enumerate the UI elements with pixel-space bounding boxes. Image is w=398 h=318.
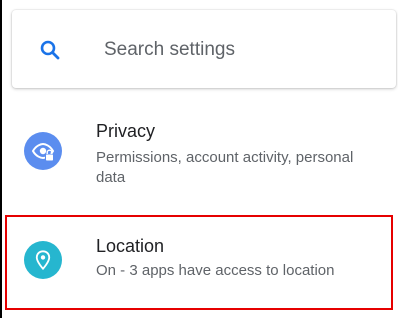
search-icon — [38, 38, 62, 62]
privacy-title: Privacy — [96, 121, 156, 141]
settings-item-privacy[interactable]: Privacy Permissions, account activity, p… — [2, 110, 398, 206]
search-placeholder: Search settings — [104, 39, 235, 60]
search-bar[interactable]: Search settings — [12, 10, 396, 88]
location-title: Location — [96, 236, 165, 256]
settings-item-location[interactable]: Location On - 3 apps have access to loca… — [2, 218, 398, 312]
privacy-summary: Permissions, account activity, personal … — [96, 149, 354, 186]
privacy-eye-lock-icon — [24, 132, 62, 170]
location-pin-icon — [24, 241, 62, 279]
location-summary: On - 3 apps have access to location — [96, 262, 335, 279]
